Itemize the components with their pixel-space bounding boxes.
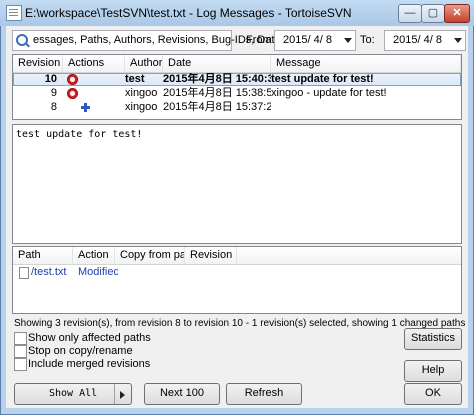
search-input[interactable]: essages, Paths, Authors, Revisions, Bug-… bbox=[12, 30, 284, 51]
statistics-button[interactable]: Statistics bbox=[404, 328, 462, 350]
file-icon bbox=[19, 267, 29, 279]
refresh-button[interactable]: Refresh bbox=[226, 383, 302, 405]
row-author: xingoo bbox=[125, 87, 158, 99]
column-actions[interactable]: Actions bbox=[63, 55, 125, 72]
from-label: From: bbox=[246, 34, 275, 46]
show-all-button[interactable]: Show All bbox=[14, 383, 132, 405]
window-title: E:\workspace\TestSVN\test.txt - Log Mess… bbox=[25, 6, 352, 20]
path-value: /test.txt bbox=[31, 266, 67, 278]
changed-paths-list[interactable]: Path Action Copy from path Revision /tes… bbox=[12, 246, 462, 314]
column-path[interactable]: Path bbox=[13, 247, 73, 264]
chevron-down-icon[interactable] bbox=[344, 38, 352, 43]
maximize-button[interactable]: ▢ bbox=[421, 4, 445, 23]
add-icon bbox=[81, 103, 90, 112]
row-revision: 9 bbox=[50, 87, 57, 99]
from-date-picker[interactable]: 2015/ 4/ 8 bbox=[274, 30, 356, 51]
include-merged-checkbox[interactable] bbox=[14, 358, 27, 371]
log-row[interactable]: 10 test 2015年4月8日 15:40:36 test update f… bbox=[13, 73, 461, 86]
stop-on-copy-checkbox[interactable] bbox=[14, 345, 27, 358]
column-date[interactable]: Date bbox=[163, 55, 271, 72]
column-revision[interactable]: Revision bbox=[185, 247, 237, 264]
log-message-text: test update for test! bbox=[16, 129, 143, 140]
row-author: test bbox=[125, 73, 145, 85]
chevron-right-icon[interactable] bbox=[114, 384, 131, 404]
row-date: 2015年4月8日 15:38:54 bbox=[163, 87, 271, 99]
search-icon bbox=[16, 34, 28, 46]
column-author[interactable]: Author bbox=[125, 55, 163, 72]
status-text: Showing 3 revision(s), from revision 8 t… bbox=[14, 318, 466, 329]
close-button[interactable]: ✕ bbox=[444, 4, 470, 23]
to-label: To: bbox=[360, 34, 375, 46]
row-revision: 10 bbox=[44, 73, 57, 85]
row-message: test update for test! bbox=[271, 73, 374, 85]
delete-icon bbox=[67, 74, 78, 85]
show-only-affected-label: Show only affected paths bbox=[28, 332, 151, 344]
row-revision: 8 bbox=[50, 101, 57, 113]
help-button[interactable]: Help bbox=[404, 360, 462, 382]
row-date: 2015年4月8日 15:37:27 bbox=[163, 101, 271, 113]
to-date-picker[interactable]: 2015/ 4/ 8 bbox=[384, 30, 466, 51]
minimize-button[interactable]: — bbox=[398, 4, 422, 23]
include-merged-label: Include merged revisions bbox=[28, 358, 151, 370]
log-row[interactable]: 9 xingoo 2015年4月8日 15:38:54 xingoo - upd… bbox=[13, 87, 461, 100]
to-date-value: 2015/ 4/ 8 bbox=[393, 34, 442, 46]
chevron-down-icon[interactable] bbox=[454, 38, 462, 43]
row-date: 2015年4月8日 15:40:36 bbox=[163, 73, 271, 85]
paths-list-header: Path Action Copy from path Revision bbox=[13, 247, 461, 265]
log-row[interactable]: 8 xingoo 2015年4月8日 15:37:27 bbox=[13, 101, 461, 114]
path-action: Modified bbox=[78, 266, 118, 278]
show-only-affected-checkbox[interactable] bbox=[14, 332, 27, 345]
column-revision[interactable]: Revision bbox=[13, 55, 63, 72]
next-100-button[interactable]: Next 100 bbox=[144, 383, 220, 405]
column-action[interactable]: Action bbox=[73, 247, 115, 264]
show-all-label: Show All bbox=[49, 388, 98, 399]
delete-icon bbox=[67, 88, 78, 99]
row-message bbox=[271, 101, 459, 114]
row-author: xingoo bbox=[125, 101, 158, 113]
row-message: xingoo - update for test! bbox=[271, 87, 387, 99]
app-icon bbox=[6, 5, 22, 21]
dialog-client: essages, Paths, Authors, Revisions, Bug-… bbox=[6, 26, 468, 408]
log-message-box[interactable]: test update for test! bbox=[12, 124, 462, 244]
from-date-value: 2015/ 4/ 8 bbox=[283, 34, 332, 46]
ok-button[interactable]: OK bbox=[404, 383, 462, 405]
log-list[interactable]: Revision Actions Author Date Message 10 … bbox=[12, 54, 462, 120]
column-message[interactable]: Message bbox=[271, 55, 461, 72]
title-bar: E:\workspace\TestSVN\test.txt - Log Mess… bbox=[0, 0, 474, 26]
path-row[interactable]: /test.txt Modified bbox=[13, 266, 461, 279]
column-copy-from-path[interactable]: Copy from path bbox=[115, 247, 185, 264]
log-list-header: Revision Actions Author Date Message bbox=[13, 55, 461, 73]
stop-on-copy-label: Stop on copy/rename bbox=[28, 345, 133, 357]
